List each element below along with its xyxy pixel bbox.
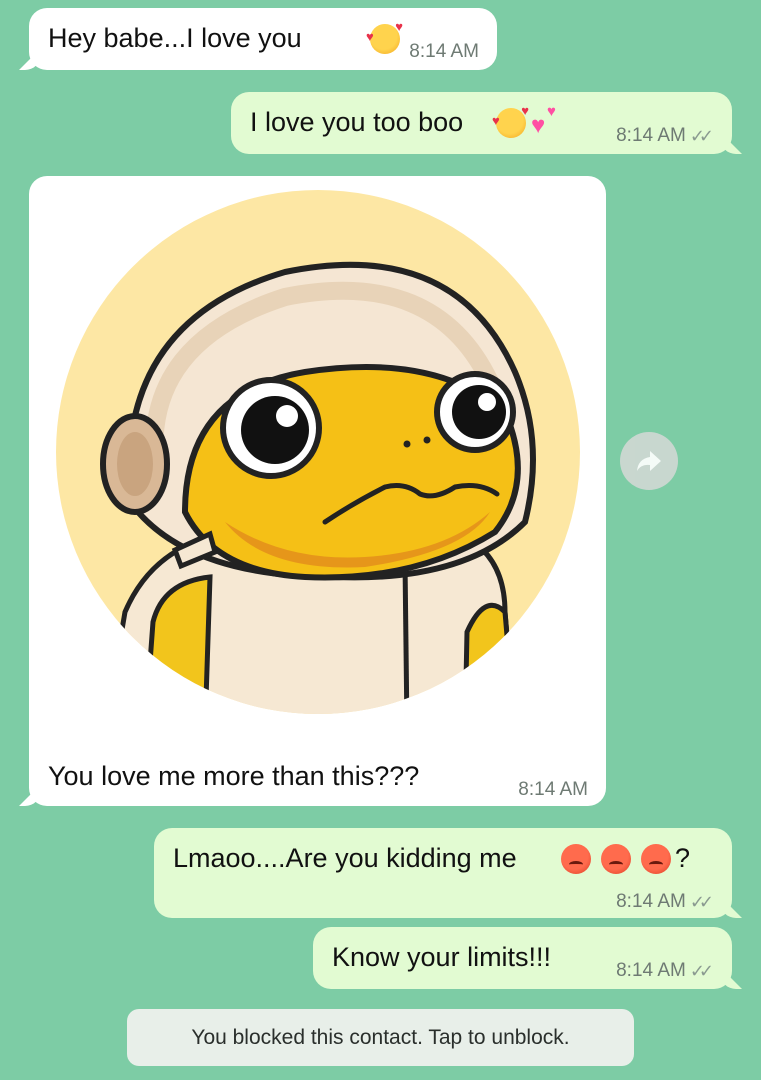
message-time: 8:14 AM <box>409 41 479 62</box>
double-check-icon: ✓✓ <box>689 126 714 146</box>
outgoing-message-4[interactable]: Lmaoo....Are you kidding me ? 8:14 AM ✓✓ <box>154 828 732 918</box>
incoming-image-message[interactable]: You love me more than this??? 8:14 AM <box>29 176 606 806</box>
astronaut-frog-sticker-icon <box>56 190 580 714</box>
message-text: I love you too boo <box>250 107 464 137</box>
smiling-face-with-hearts-emoji <box>366 20 403 54</box>
outgoing-message-5[interactable]: Know your limits!!! 8:14 AM ✓✓ <box>313 927 732 989</box>
blocked-contact-notice-text: You blocked this contact. Tap to unblock… <box>191 1025 570 1049</box>
smiling-face-with-hearts-emoji <box>492 104 529 138</box>
angry-face-emoji <box>561 844 591 874</box>
message-time: 8:14 AM <box>518 779 588 800</box>
message-time: 8:14 AM ✓✓ <box>616 120 714 152</box>
blocked-contact-notice[interactable]: You blocked this contact. Tap to unblock… <box>127 1009 634 1066</box>
two-hearts-emoji: ♥ ♥ <box>531 103 556 139</box>
message-text: Lmaoo....Are you kidding me <box>173 843 517 873</box>
message-text: Know your limits!!! <box>332 942 552 972</box>
message-text: Hey babe...I love you <box>48 23 302 53</box>
image-caption: You love me more than this??? <box>48 761 420 791</box>
angry-face-emoji <box>601 844 631 874</box>
message-time: 8:14 AM ✓✓ <box>616 955 714 987</box>
double-check-icon: ✓✓ <box>689 961 714 981</box>
double-check-icon: ✓✓ <box>689 892 714 912</box>
incoming-message-1[interactable]: Hey babe...I love you 8:14 AM <box>29 8 497 70</box>
sticker-image[interactable] <box>35 182 600 730</box>
forward-icon <box>637 451 661 471</box>
message-text-suffix: ? <box>675 843 691 873</box>
forward-button[interactable] <box>620 432 678 490</box>
message-time: 8:14 AM ✓✓ <box>616 886 714 918</box>
angry-face-emoji <box>641 844 671 874</box>
outgoing-message-2[interactable]: I love you too boo ♥ ♥ 8:14 AM ✓✓ <box>231 92 732 154</box>
